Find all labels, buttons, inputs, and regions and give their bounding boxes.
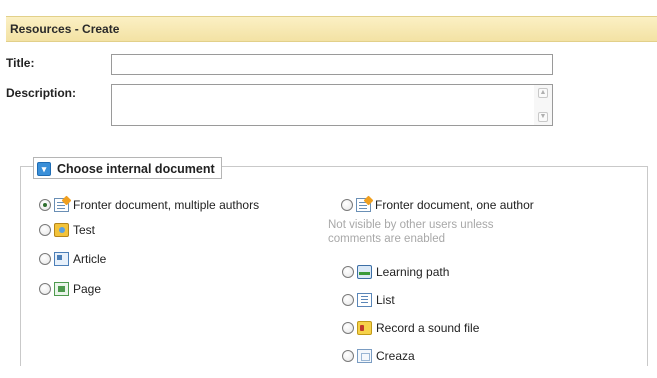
learning-path-icon bbox=[357, 265, 372, 279]
option-label: Article bbox=[73, 252, 107, 266]
fronter-document-icon bbox=[54, 195, 72, 212]
radio-learning-path[interactable] bbox=[342, 266, 354, 278]
option-page[interactable]: Page bbox=[39, 281, 101, 297]
option-test[interactable]: Test bbox=[39, 222, 95, 238]
option-fronter-one-author[interactable]: Fronter document, one author bbox=[341, 195, 534, 213]
test-icon bbox=[54, 223, 69, 237]
radio-test[interactable] bbox=[39, 224, 51, 236]
description-scrollbar[interactable]: ▲ ▼ bbox=[534, 85, 552, 125]
description-label: Description: bbox=[6, 86, 77, 100]
visibility-note: Not visible by other users unless commen… bbox=[328, 218, 494, 246]
option-label: Record a sound file bbox=[376, 321, 480, 335]
option-article[interactable]: Article bbox=[39, 251, 106, 267]
radio-creaza[interactable] bbox=[342, 350, 354, 362]
option-list[interactable]: List bbox=[342, 292, 395, 308]
collapse-icon[interactable]: ▾ bbox=[37, 162, 51, 176]
note-line: comments are enabled bbox=[328, 233, 445, 245]
option-label: List bbox=[376, 293, 395, 307]
radio-fronter-one-author[interactable] bbox=[341, 199, 353, 211]
internal-document-fieldset bbox=[20, 166, 648, 366]
option-label: Page bbox=[73, 282, 102, 296]
creaza-icon bbox=[357, 349, 372, 363]
description-textarea[interactable] bbox=[112, 85, 534, 125]
option-label: Learning path bbox=[376, 265, 450, 279]
option-label: Fronter document, multiple authors bbox=[73, 198, 260, 212]
option-fronter-multiple[interactable]: Fronter document, multiple authors bbox=[39, 195, 260, 213]
option-record-sound[interactable]: Record a sound file bbox=[342, 320, 479, 336]
note-line: Not visible by other users unless bbox=[328, 219, 494, 231]
fronter-document-icon bbox=[356, 195, 374, 212]
option-label: Fronter document, one author bbox=[375, 198, 534, 212]
option-label: Creaza bbox=[376, 349, 415, 363]
option-creaza[interactable]: Creaza bbox=[342, 348, 415, 364]
radio-list[interactable] bbox=[342, 294, 354, 306]
radio-page[interactable] bbox=[39, 283, 51, 295]
radio-record-sound[interactable] bbox=[342, 322, 354, 334]
radio-fronter-multiple[interactable] bbox=[39, 199, 51, 211]
choose-internal-document-legend: ▾ Choose internal document bbox=[33, 157, 222, 179]
sound-file-icon bbox=[357, 321, 372, 335]
article-icon bbox=[54, 252, 69, 266]
page-header: Resources - Create bbox=[6, 16, 657, 42]
list-icon bbox=[357, 293, 372, 307]
page-icon bbox=[54, 282, 69, 296]
radio-article[interactable] bbox=[39, 253, 51, 265]
option-label: Test bbox=[73, 223, 96, 237]
title-label: Title: bbox=[6, 56, 35, 70]
page-title: Resources - Create bbox=[10, 22, 120, 36]
scroll-up-icon[interactable]: ▲ bbox=[538, 88, 548, 98]
description-field[interactable]: ▲ ▼ bbox=[111, 84, 553, 126]
legend-label: Choose internal document bbox=[57, 162, 215, 176]
title-input[interactable] bbox=[111, 54, 553, 75]
option-learning-path[interactable]: Learning path bbox=[342, 264, 449, 280]
scroll-down-icon[interactable]: ▼ bbox=[538, 112, 548, 122]
